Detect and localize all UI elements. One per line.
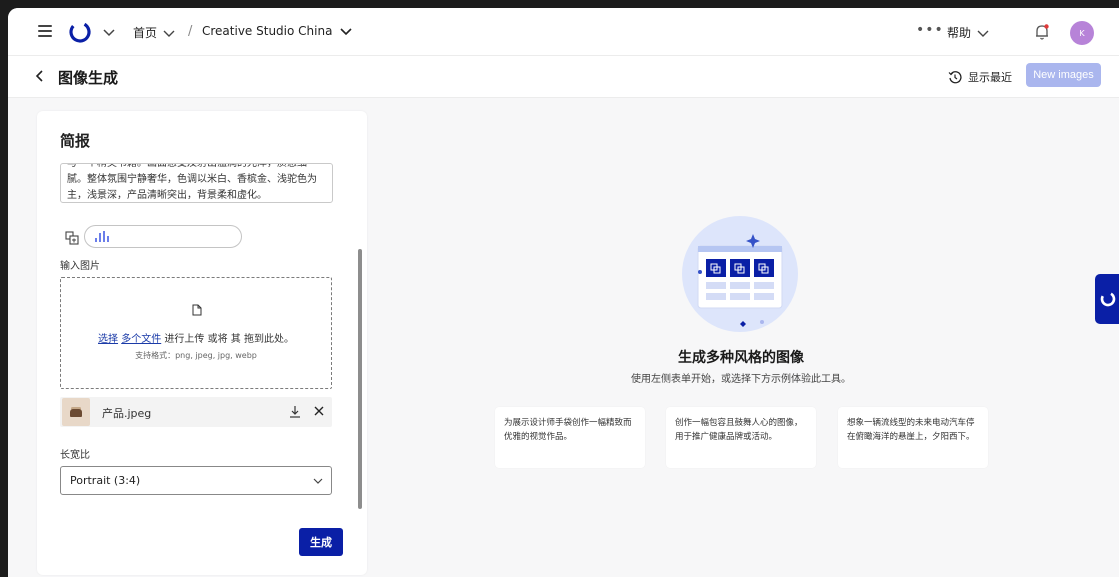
example-prompt-card[interactable]: 想象一辆流线型的未来电动汽车停在俯瞰海洋的悬崖上，夕阳西下。 [838,407,988,468]
panel-scrollbar[interactable] [358,249,362,509]
show-recent-label: 显示最近 [968,71,1012,84]
aspect-ratio-value: Portrait (3:4) [70,474,141,487]
assistant-side-tab[interactable] [1095,274,1119,324]
chevron-down-icon [977,30,989,37]
more-options-icon[interactable]: ••• [916,22,944,38]
nav-home-label: 首页 [133,26,158,40]
workspace-selector[interactable]: Creative Studio China [202,24,353,38]
generate-button[interactable]: 生成 [299,528,343,556]
select-multiple-files-link[interactable]: 多个文件 [121,334,161,345]
app-window: 首页 / Creative Studio China ••• 帮助 K 图像生成 [8,8,1119,577]
select-file-link[interactable]: 选择 [98,334,118,345]
app-switcher-chevron-icon[interactable] [102,25,116,39]
dropzone-instructions: 选择 多个文件 进行上传 或将 其 拖到此处。 [61,330,331,345]
new-images-button[interactable]: New images [1026,63,1101,87]
brief-panel: 简报 与一个精美书籍。画面感受及射出温润的光泽，质感细腻。整体氛围宁静奢华，色调… [37,111,367,575]
translate-icon[interactable] [65,231,79,245]
aspect-ratio-label: 长宽比 [60,450,90,461]
gallery-illustration-icon [682,216,798,332]
app-logo-icon[interactable] [68,20,92,44]
brief-section-title: 简报 [60,132,91,150]
help-label: 帮助 [947,26,972,40]
close-icon[interactable] [313,405,325,417]
nav-home[interactable]: 首页 [133,24,175,41]
dropzone-text: 进行上传 或将 其 拖到此处。 [164,334,294,345]
chevron-down-icon [313,478,323,484]
assistant-logo-icon [1100,291,1116,307]
file-thumbnail [62,398,90,426]
show-recent-button[interactable]: 显示最近 [948,69,1012,85]
user-avatar[interactable]: K [1070,21,1094,45]
empty-state-subtitle: 使用左侧表单开始，或选择下方示例体验此工具。 [631,374,851,385]
aspect-ratio-select[interactable]: Portrait (3:4) [60,466,332,495]
uploaded-file-name: 产品.jpeg [102,407,152,420]
history-icon [948,71,962,84]
workspace-label: Creative Studio China [202,24,333,38]
download-icon[interactable] [289,405,301,419]
help-menu[interactable]: 帮助 [947,24,989,41]
notification-bell-icon[interactable] [1034,23,1050,41]
uploaded-file-item: 产品.jpeg [60,397,332,427]
back-arrow-icon[interactable] [34,69,46,83]
menu-icon[interactable] [38,25,52,37]
audio-level-icon [95,231,109,242]
supported-formats-text: 支持格式：png, jpeg, jpg, webp [135,351,257,360]
example-prompt-card[interactable]: 为展示设计师手袋创作一幅精致而优雅的视觉作品。 [495,407,645,468]
input-image-label: 输入图片 [60,261,100,272]
empty-state-title: 生成多种风格的图像 [678,350,804,366]
chevron-down-icon [163,30,175,37]
page-title: 图像生成 [58,69,119,87]
voice-input-field[interactable] [84,225,242,248]
example-prompt-card[interactable]: 创作一幅包容且鼓舞人心的图像，用于推广健康品牌或活动。 [666,407,816,468]
page-header: 图像生成 显示最近 New images [8,56,1119,98]
top-bar: 首页 / Creative Studio China ••• 帮助 K [8,8,1119,56]
brief-textarea[interactable]: 与一个精美书籍。画面感受及射出温润的光泽，质感细腻。整体氛围宁静奢华，色调以米白… [60,163,333,203]
chevron-down-icon [340,28,353,36]
breadcrumb-separator: / [188,24,193,39]
file-icon [192,304,202,316]
brief-text: 与一个精美书籍。画面感受及射出温润的光泽，质感细腻。整体氛围宁静奢华，色调以米白… [67,163,317,201]
image-dropzone[interactable]: 选择 多个文件 进行上传 或将 其 拖到此处。 支持格式：png, jpeg, … [60,277,332,389]
